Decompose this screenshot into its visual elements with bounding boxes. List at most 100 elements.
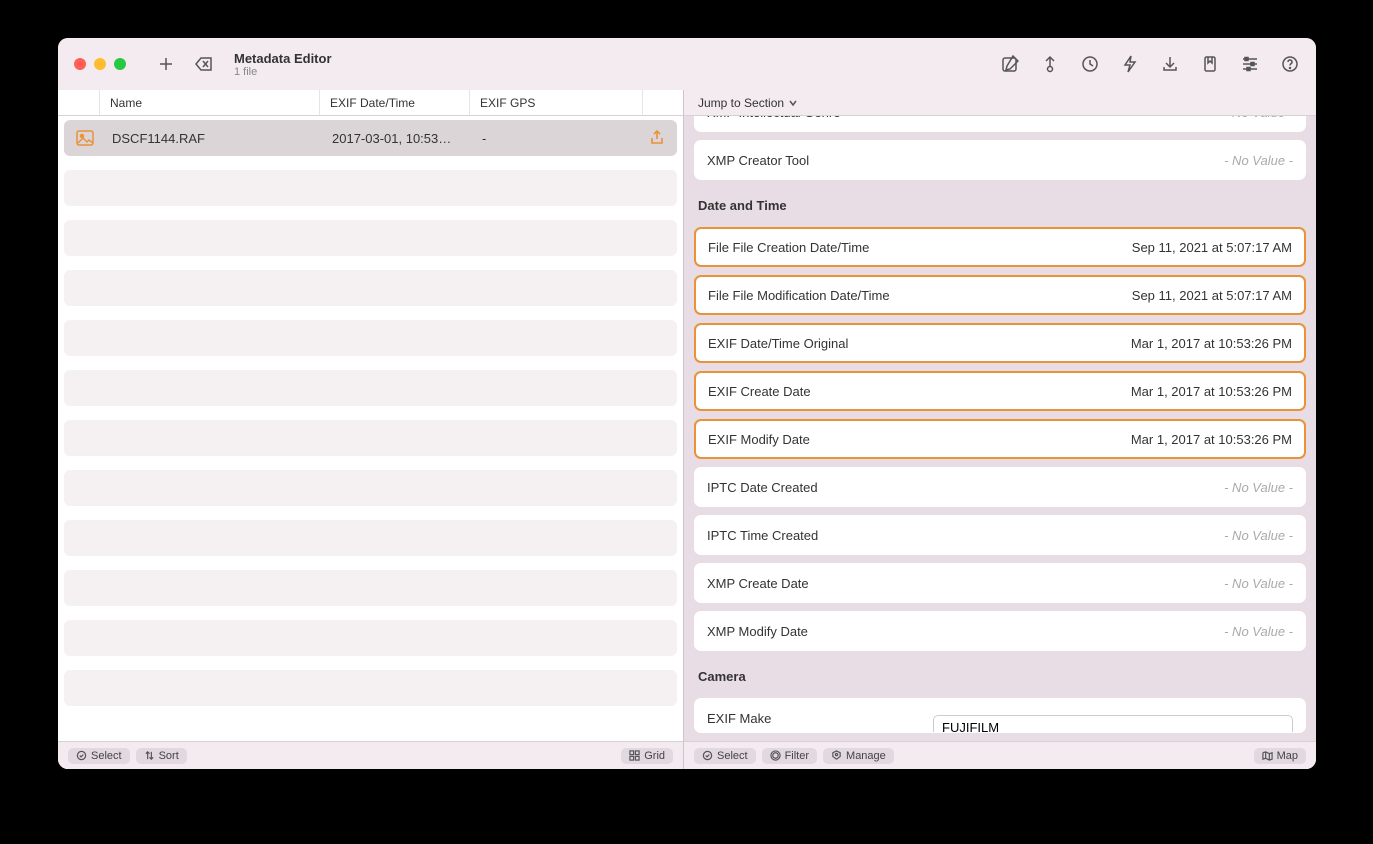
section-header: Date and Time (694, 180, 1306, 219)
file-gps: - (476, 131, 637, 146)
compose-icon[interactable] (1000, 54, 1020, 74)
file-date: 2017-03-01, 10:53… (326, 131, 476, 146)
metadata-row[interactable]: File File Creation Date/TimeSep 11, 2021… (694, 227, 1306, 267)
metadata-value: Sep 11, 2021 at 5:07:17 AM (1132, 288, 1292, 303)
sort-button[interactable]: Sort (136, 748, 187, 764)
metadata-panel: Jump to Section XMP Intellectual Genre- … (684, 90, 1316, 769)
map-button[interactable]: Map (1254, 748, 1306, 764)
col-checkbox[interactable] (58, 90, 100, 115)
upload-icon[interactable] (1040, 54, 1060, 74)
app-window: Metadata Editor 1 file (58, 38, 1316, 769)
metadata-value: Mar 1, 2017 at 10:53:26 PM (1131, 432, 1292, 447)
titlebar-right-tools (1000, 54, 1300, 74)
metadata-label: XMP Creator Tool (707, 153, 1224, 168)
metadata-value: Mar 1, 2017 at 10:53:26 PM (1131, 336, 1292, 351)
metadata-value: - No Value - (1224, 624, 1293, 639)
close-button[interactable] (74, 58, 86, 70)
empty-row (64, 620, 677, 656)
metadata-row[interactable]: XMP Creator Tool- No Value - (694, 140, 1306, 180)
select-label: Select (91, 750, 122, 762)
file-name: DSCF1144.RAF (106, 131, 326, 146)
maximize-button[interactable] (114, 58, 126, 70)
metadata-row[interactable]: EXIF Modify DateMar 1, 2017 at 10:53:26 … (694, 419, 1306, 459)
empty-row (64, 370, 677, 406)
metadata-row[interactable]: XMP Create Date- No Value - (694, 563, 1306, 603)
metadata-label: XMP Create Date (707, 576, 1224, 591)
sort-label: Sort (159, 750, 179, 762)
metadata-value: Mar 1, 2017 at 10:53:26 PM (1131, 384, 1292, 399)
metadata-row[interactable]: File File Modification Date/TimeSep 11, … (694, 275, 1306, 315)
section-header: Camera (694, 651, 1306, 690)
bookmark-icon[interactable] (1200, 54, 1220, 74)
metadata-label: IPTC Date Created (707, 480, 1224, 495)
filter-button[interactable]: Filter (762, 748, 817, 764)
traffic-lights (74, 58, 126, 70)
file-list-header: Name EXIF Date/Time EXIF GPS (58, 90, 683, 116)
metadata-label: XMP Modify Date (707, 624, 1224, 639)
metadata-label: File File Creation Date/Time (708, 240, 1132, 255)
metadata-row[interactable]: IPTC Date Created- No Value - (694, 467, 1306, 507)
metadata-row[interactable]: EXIF Create DateMar 1, 2017 at 10:53:26 … (694, 371, 1306, 411)
empty-row (64, 570, 677, 606)
manage-button[interactable]: Manage (823, 748, 894, 764)
window-title: Metadata Editor (234, 51, 332, 66)
col-name[interactable]: Name (100, 90, 320, 115)
metadata-row[interactable]: EXIF Date/Time OriginalMar 1, 2017 at 10… (694, 323, 1306, 363)
empty-row (64, 470, 677, 506)
export-icon[interactable] (637, 130, 677, 146)
camera-make-input[interactable] (933, 715, 1293, 733)
metadata-row-camera-make[interactable]: EXIF Make (694, 698, 1306, 733)
file-list-body: DSCF1144.RAF 2017-03-01, 10:53… - (58, 116, 683, 741)
delete-tag-button[interactable] (194, 54, 214, 74)
main-content: Name EXIF Date/Time EXIF GPS DSCF1144.RA… (58, 90, 1316, 769)
titlebar: Metadata Editor 1 file (58, 38, 1316, 90)
metadata-label: EXIF Modify Date (708, 432, 1131, 447)
map-label: Map (1277, 750, 1298, 762)
file-row[interactable]: DSCF1144.RAF 2017-03-01, 10:53… - (64, 120, 677, 156)
col-gps[interactable]: EXIF GPS (470, 90, 643, 115)
window-subtitle: 1 file (234, 66, 332, 78)
chevron-down-icon (788, 98, 798, 108)
empty-row (64, 520, 677, 556)
metadata-label: EXIF Make (707, 707, 771, 726)
clock-icon[interactable] (1080, 54, 1100, 74)
empty-row (64, 670, 677, 706)
metadata-label: XMP Intellectual Genre (707, 116, 1224, 120)
filter-label: Filter (785, 750, 809, 762)
help-icon[interactable] (1280, 54, 1300, 74)
manage-label: Manage (846, 750, 886, 762)
metadata-value: - No Value - (1224, 480, 1293, 495)
metadata-label: EXIF Date/Time Original (708, 336, 1131, 351)
jump-to-section[interactable]: Jump to Section (684, 90, 1316, 116)
empty-row (64, 170, 677, 206)
right-footer: Select Filter Manage Map (684, 741, 1316, 769)
minimize-button[interactable] (94, 58, 106, 70)
title-block: Metadata Editor 1 file (234, 51, 332, 78)
list-settings-icon[interactable] (1240, 54, 1260, 74)
empty-row (64, 420, 677, 456)
metadata-scroll[interactable]: XMP Intellectual Genre- No Value -XMP Cr… (684, 116, 1316, 741)
metadata-label: EXIF Create Date (708, 384, 1131, 399)
bolt-icon[interactable] (1120, 54, 1140, 74)
titlebar-left-tools (156, 54, 214, 74)
add-button[interactable] (156, 54, 176, 74)
metadata-value: Sep 11, 2021 at 5:07:17 AM (1132, 240, 1292, 255)
image-icon (64, 130, 106, 146)
download-icon[interactable] (1160, 54, 1180, 74)
metadata-label: IPTC Time Created (707, 528, 1224, 543)
metadata-row[interactable]: IPTC Time Created- No Value - (694, 515, 1306, 555)
jump-label: Jump to Section (698, 96, 784, 110)
grid-button[interactable]: Grid (621, 748, 673, 764)
metadata-row[interactable]: XMP Intellectual Genre- No Value - (694, 116, 1306, 132)
select-label: Select (717, 750, 748, 762)
metadata-value: - No Value - (1224, 576, 1293, 591)
empty-row (64, 220, 677, 256)
select-button[interactable]: Select (68, 748, 130, 764)
metadata-value: - No Value - (1224, 116, 1293, 120)
metadata-row[interactable]: XMP Modify Date- No Value - (694, 611, 1306, 651)
left-footer: Select Sort Grid (58, 741, 683, 769)
select-button[interactable]: Select (694, 748, 756, 764)
metadata-value: - No Value - (1224, 153, 1293, 168)
metadata-value: - No Value - (1224, 528, 1293, 543)
col-date[interactable]: EXIF Date/Time (320, 90, 470, 115)
